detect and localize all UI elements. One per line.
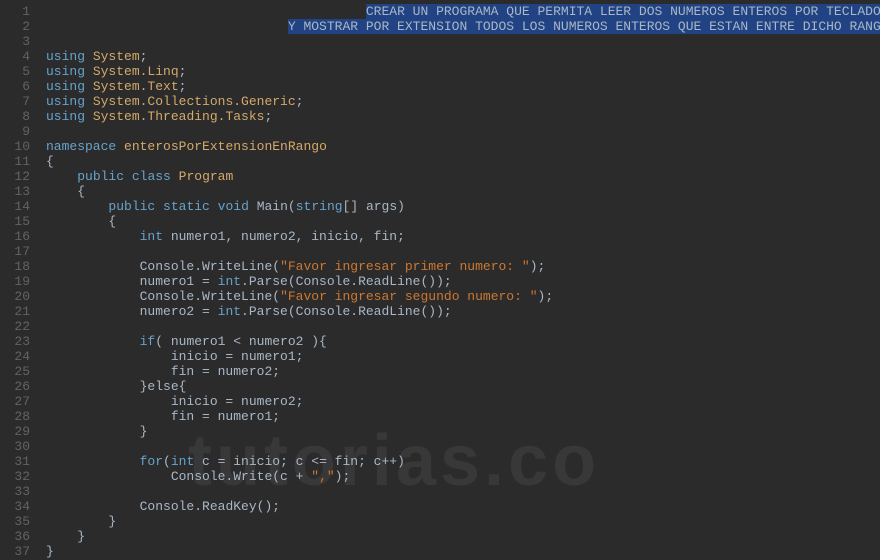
line-number: 11 bbox=[0, 154, 30, 169]
selected-comment: CREAR UN PROGRAMA QUE PERMITA LEER DOS N… bbox=[366, 4, 880, 19]
line-number: 17 bbox=[0, 244, 30, 259]
code-line: { bbox=[46, 214, 880, 229]
code-line: } bbox=[46, 529, 880, 544]
line-number: 24 bbox=[0, 349, 30, 364]
code-line: using System; bbox=[46, 49, 880, 64]
code-line: if( numero1 < numero2 ){ bbox=[46, 334, 880, 349]
code-line bbox=[46, 124, 880, 139]
line-number: 16 bbox=[0, 229, 30, 244]
code-line bbox=[46, 439, 880, 454]
line-number: 20 bbox=[0, 289, 30, 304]
code-editor[interactable]: 1 2 3 4 5 6 7 8 9 10 11 12 13 14 15 16 1… bbox=[0, 0, 880, 560]
code-line: fin = numero2; bbox=[46, 364, 880, 379]
selected-comment: Y MOSTRAR POR EXTENSION TODOS LOS NUMERO… bbox=[288, 19, 880, 34]
line-number: 27 bbox=[0, 394, 30, 409]
code-line: CREAR UN PROGRAMA QUE PERMITA LEER DOS N… bbox=[46, 4, 880, 19]
line-number: 25 bbox=[0, 364, 30, 379]
line-number: 9 bbox=[0, 124, 30, 139]
line-number: 26 bbox=[0, 379, 30, 394]
code-line: Console.Write(c + ","); bbox=[46, 469, 880, 484]
line-number: 5 bbox=[0, 64, 30, 79]
line-number: 8 bbox=[0, 109, 30, 124]
line-number-gutter: 1 2 3 4 5 6 7 8 9 10 11 12 13 14 15 16 1… bbox=[0, 0, 38, 560]
line-number: 6 bbox=[0, 79, 30, 94]
line-number: 21 bbox=[0, 304, 30, 319]
code-line: } bbox=[46, 544, 880, 559]
line-number: 10 bbox=[0, 139, 30, 154]
line-number: 19 bbox=[0, 274, 30, 289]
line-number: 36 bbox=[0, 529, 30, 544]
line-number: 1 bbox=[0, 4, 30, 19]
line-number: 33 bbox=[0, 484, 30, 499]
code-line: }else{ bbox=[46, 379, 880, 394]
line-number: 23 bbox=[0, 334, 30, 349]
code-line: inicio = numero2; bbox=[46, 394, 880, 409]
code-line: fin = numero1; bbox=[46, 409, 880, 424]
code-line: Console.WriteLine("Favor ingresar segund… bbox=[46, 289, 880, 304]
line-number: 22 bbox=[0, 319, 30, 334]
line-number: 14 bbox=[0, 199, 30, 214]
code-line: for(int c = inicio; c <= fin; c++) bbox=[46, 454, 880, 469]
code-line bbox=[46, 244, 880, 259]
code-line: using System.Collections.Generic; bbox=[46, 94, 880, 109]
line-number: 31 bbox=[0, 454, 30, 469]
code-line: using System.Linq; bbox=[46, 64, 880, 79]
code-line: } bbox=[46, 514, 880, 529]
line-number: 4 bbox=[0, 49, 30, 64]
code-line: using System.Text; bbox=[46, 79, 880, 94]
line-number: 34 bbox=[0, 499, 30, 514]
code-area[interactable]: tutorias.co CREAR UN PROGRAMA QUE PERMIT… bbox=[38, 0, 880, 560]
line-number: 7 bbox=[0, 94, 30, 109]
code-line bbox=[46, 319, 880, 334]
line-number: 28 bbox=[0, 409, 30, 424]
code-line: numero2 = int.Parse(Console.ReadLine()); bbox=[46, 304, 880, 319]
code-line: namespace enterosPorExtensionEnRango bbox=[46, 139, 880, 154]
code-line: using System.Threading.Tasks; bbox=[46, 109, 880, 124]
line-number: 30 bbox=[0, 439, 30, 454]
code-line: int numero1, numero2, inicio, fin; bbox=[46, 229, 880, 244]
line-number: 15 bbox=[0, 214, 30, 229]
code-line: numero1 = int.Parse(Console.ReadLine()); bbox=[46, 274, 880, 289]
line-number: 37 bbox=[0, 544, 30, 559]
line-number: 12 bbox=[0, 169, 30, 184]
line-number: 2 bbox=[0, 19, 30, 34]
code-line bbox=[46, 484, 880, 499]
line-number: 18 bbox=[0, 259, 30, 274]
code-line: inicio = numero1; bbox=[46, 349, 880, 364]
line-number: 32 bbox=[0, 469, 30, 484]
code-line: Console.WriteLine("Favor ingresar primer… bbox=[46, 259, 880, 274]
line-number: 3 bbox=[0, 34, 30, 49]
code-line: { bbox=[46, 154, 880, 169]
line-number: 13 bbox=[0, 184, 30, 199]
line-number: 35 bbox=[0, 514, 30, 529]
code-line: public static void Main(string[] args) bbox=[46, 199, 880, 214]
code-line bbox=[46, 34, 880, 49]
code-line: { bbox=[46, 184, 880, 199]
code-line: Y MOSTRAR POR EXTENSION TODOS LOS NUMERO… bbox=[46, 19, 880, 34]
code-line: Console.ReadKey(); bbox=[46, 499, 880, 514]
code-line: public class Program bbox=[46, 169, 880, 184]
code-line: } bbox=[46, 424, 880, 439]
line-number: 29 bbox=[0, 424, 30, 439]
